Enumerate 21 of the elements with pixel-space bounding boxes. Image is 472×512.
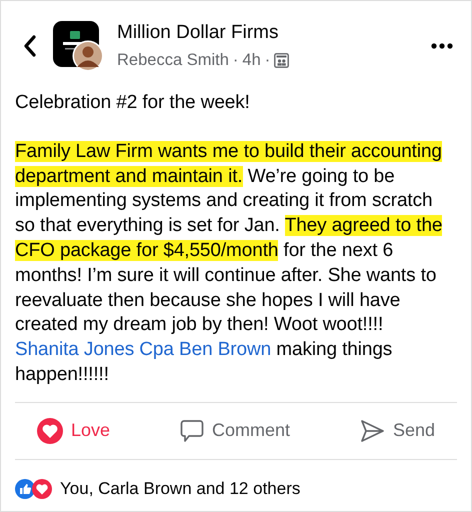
send-icon [360, 418, 385, 443]
love-reaction-icon [32, 478, 52, 499]
group-name[interactable]: Million Dollar Firms [117, 19, 431, 48]
back-icon[interactable] [23, 35, 37, 57]
avatar[interactable] [72, 40, 104, 72]
send-button[interactable]: Send [354, 413, 441, 448]
post-text: Family Law Firm wants me to build their accounting department and maintain it. We’re going to be implementing systems and creating it from scratch so that everything is set for Jan. They agreed to the CFO package for $4,550/month for the next 6 months! I’m sure it will continue after. She wants to reevaluate then because she hopes I will have created my dream job by then! Woot woot!!!! Shanita Jones Cpa Ben Brown making things happen!!!!!! [15, 140, 444, 387]
reactions-summary[interactable]: You, Carla Brown and 12 others [60, 476, 300, 502]
author-name[interactable]: Rebecca Smith [117, 48, 229, 73]
more-options-icon[interactable] [431, 43, 453, 49]
comment-button[interactable]: Comment [174, 413, 296, 448]
post-time: 4h [242, 50, 261, 71]
separator: · [232, 50, 238, 71]
mention-link[interactable]: Shanita Jones Cpa [15, 339, 174, 360]
separator: · [264, 50, 270, 71]
members-icon [274, 52, 290, 68]
love-button[interactable]: Love [31, 413, 116, 448]
like-reaction-icon [15, 478, 35, 499]
post-text: Celebration #2 for the week! [15, 91, 251, 115]
mention-link[interactable]: Ben Brown [179, 339, 272, 360]
comment-icon [180, 418, 204, 443]
